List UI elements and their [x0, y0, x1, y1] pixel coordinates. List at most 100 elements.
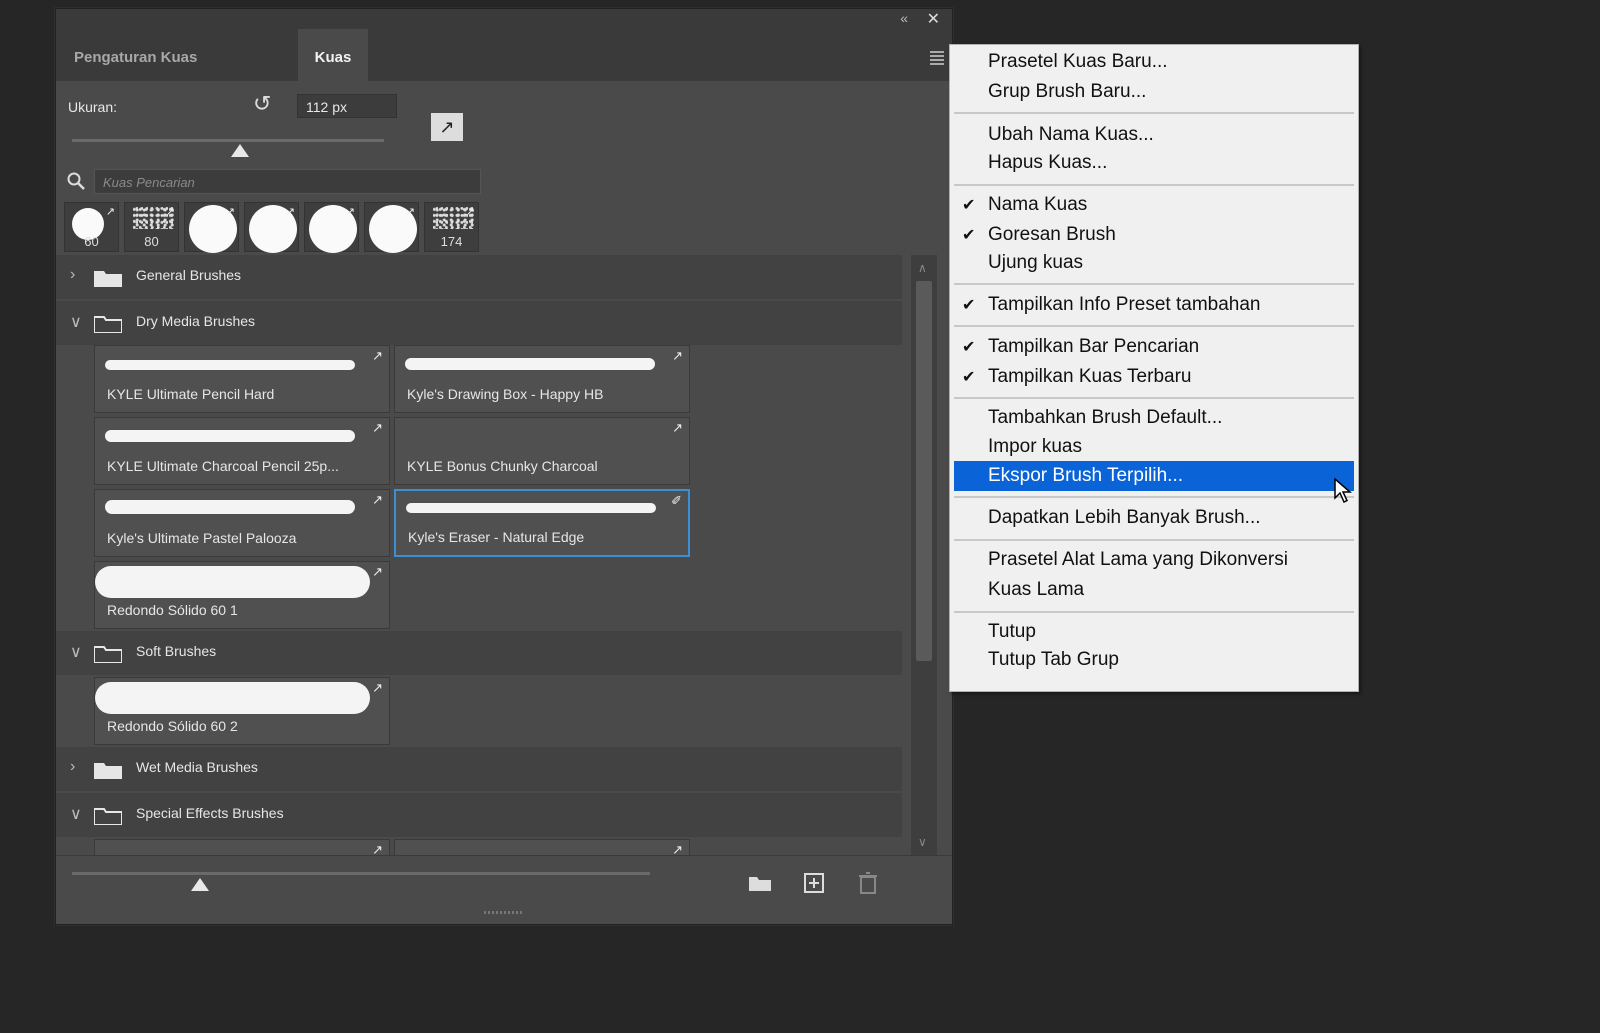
menu-item-show-preset-info[interactable]: ✔ Tampilkan Info Preset tambahan: [954, 290, 1354, 320]
menu-item-rename-brush[interactable]: Ubah Nama Kuas...: [954, 120, 1354, 150]
chevron-right-icon[interactable]: ›: [70, 266, 75, 284]
menu-item-label: Grup Brush Baru...: [988, 81, 1147, 102]
recent-brush[interactable]: ↗: [364, 202, 419, 253]
scrollbar-thumb[interactable]: [916, 281, 932, 661]
brush-pen-icon: ↗: [372, 420, 383, 435]
checkmark-icon: ✔: [962, 227, 976, 244]
preview-size-slider-thumb[interactable]: [191, 878, 209, 891]
new-brush-icon[interactable]: [800, 871, 828, 895]
recent-brush[interactable]: ↗ 174: [424, 202, 479, 252]
scroll-up-icon[interactable]: ∧: [918, 261, 927, 275]
collapse-icon[interactable]: «: [900, 10, 908, 26]
close-icon[interactable]: ✕: [927, 9, 940, 29]
recent-brush[interactable]: ↗ 60: [64, 202, 119, 252]
brush-name: Kyle's Ultimate Pastel Palooza: [107, 530, 297, 546]
menu-item-export-selected-brushes[interactable]: Ekspor Brush Terpilih...: [954, 461, 1354, 491]
brush-pen-icon: ↗: [405, 206, 415, 218]
scroll-down-icon[interactable]: ∨: [918, 835, 927, 849]
tab-brush-settings[interactable]: Pengaturan Kuas: [74, 29, 197, 81]
brush-tile[interactable]: ↗ Redondo Sólido 60 1: [94, 561, 390, 629]
group-name: Soft Brushes: [136, 643, 217, 659]
menu-item-label: Impor kuas: [988, 436, 1082, 457]
size-slider-thumb[interactable]: [231, 144, 249, 157]
panel-tabs: Pengaturan Kuas Kuas: [56, 29, 952, 81]
group-dry-media-brushes[interactable]: ∨ Dry Media Brushes: [56, 301, 902, 345]
brush-tile[interactable]: ↗ KYLE Ultimate Charcoal Pencil 25p...: [94, 417, 390, 485]
menu-item-legacy-brushes[interactable]: Kuas Lama: [954, 575, 1354, 605]
brush-name: Redondo Sólido 60 1: [107, 602, 238, 618]
menu-separator: [954, 539, 1354, 541]
brush-pen-icon: ↗: [372, 680, 383, 695]
menu-item-show-search-bar[interactable]: ✔ Tampilkan Bar Pencarian: [954, 332, 1354, 362]
menu-item-import-brushes[interactable]: Impor kuas: [954, 432, 1354, 462]
menu-separator: [954, 283, 1354, 285]
recent-brush[interactable]: ↗: [244, 202, 299, 253]
menu-item-label: Tampilkan Kuas Terbaru: [988, 366, 1192, 387]
menu-separator: [954, 611, 1354, 613]
menu-item-append-default-brushes[interactable]: Tambahkan Brush Default...: [954, 403, 1354, 433]
brush-name: Redondo Sólido 60 2: [107, 718, 238, 734]
brush-tile[interactable]: ↗ KYLE Bonus Chunky Charcoal: [394, 417, 690, 485]
menu-item-delete-brush[interactable]: Hapus Kuas...: [954, 148, 1354, 178]
chevron-down-icon[interactable]: ∨: [70, 804, 82, 824]
tab-brushes[interactable]: Kuas: [298, 29, 368, 81]
panel-menu-icon[interactable]: [930, 51, 944, 67]
brush-list: › General Brushes ∨ Dry Media Brushes ↗ …: [56, 255, 902, 855]
brush-name: KYLE Ultimate Pencil Hard: [107, 386, 275, 402]
menu-item-brush-tip[interactable]: Ujung kuas: [954, 248, 1354, 278]
brush-stroke-preview: [95, 566, 370, 598]
size-input[interactable]: 112 px: [297, 94, 397, 118]
size-slider-track[interactable]: [72, 139, 384, 142]
search-input[interactable]: Kuas Pencarian: [94, 169, 481, 194]
brush-stroke-preview: [95, 682, 370, 714]
brush-tile[interactable]: ↗: [394, 839, 690, 855]
group-general-brushes[interactable]: › General Brushes: [56, 255, 902, 299]
brush-pen-icon: ↗: [225, 206, 235, 218]
brush-tool-icon[interactable]: ↗: [431, 113, 463, 141]
brush-stroke-preview: [105, 430, 355, 442]
chevron-down-icon[interactable]: ∨: [70, 312, 82, 332]
brush-tile[interactable]: ↗ Kyle's Ultimate Pastel Palooza: [94, 489, 390, 557]
menu-item-new-brush-preset[interactable]: Prasetel Kuas Baru...: [954, 47, 1354, 77]
folder-icon: [94, 271, 122, 287]
brush-pen-icon: ↗: [165, 206, 175, 218]
menu-item-label: Kuas Lama: [988, 579, 1085, 600]
brush-tile[interactable]: ↗ KYLE Ultimate Pencil Hard: [94, 345, 390, 413]
brush-pen-icon: ↗: [372, 492, 383, 507]
delete-trash-icon[interactable]: [854, 871, 882, 895]
menu-separator: [954, 496, 1354, 498]
group-special-effects-brushes[interactable]: ∨ Special Effects Brushes: [56, 793, 902, 837]
recent-brush[interactable]: ↗: [304, 202, 359, 253]
brush-pen-icon: ↗: [465, 206, 475, 218]
brush-tile[interactable]: ↗ Kyle's Drawing Box - Happy HB: [394, 345, 690, 413]
group-name: General Brushes: [136, 267, 242, 283]
group-wet-media-brushes[interactable]: › Wet Media Brushes: [56, 747, 902, 791]
brush-tile[interactable]: ↗: [94, 839, 390, 855]
brush-name: KYLE Ultimate Charcoal Pencil 25p...: [107, 458, 339, 474]
menu-separator: [954, 325, 1354, 327]
chevron-down-icon[interactable]: ∨: [70, 642, 82, 662]
menu-item-label: Prasetel Alat Lama yang Dikonversi: [988, 549, 1288, 570]
reset-angle-icon[interactable]: ↺: [253, 91, 281, 119]
preview-size-slider-track[interactable]: [72, 872, 650, 875]
brush-tile[interactable]: ↗ Redondo Sólido 60 2: [94, 677, 390, 745]
folder-open-icon: [94, 808, 122, 825]
brush-name: Kyle's Eraser - Natural Edge: [408, 529, 585, 545]
menu-item-close-tab-group[interactable]: Tutup Tab Grup: [954, 645, 1354, 675]
group-soft-brushes[interactable]: ∨ Soft Brushes: [56, 631, 902, 675]
recent-brush[interactable]: ↗: [184, 202, 239, 253]
chevron-right-icon[interactable]: ›: [70, 758, 75, 776]
menu-item-converted-legacy-presets[interactable]: Prasetel Alat Lama yang Dikonversi: [954, 545, 1354, 575]
new-group-folder-icon[interactable]: [746, 871, 774, 895]
brush-tile-selected[interactable]: ✐ Kyle's Eraser - Natural Edge: [394, 489, 690, 557]
panel-topbar: « ✕: [56, 9, 952, 29]
menu-item-brush-stroke[interactable]: ✔ Goresan Brush: [954, 220, 1354, 250]
vertical-scrollbar[interactable]: ∧ ∨: [911, 255, 937, 855]
recent-brush[interactable]: ↗ 80: [124, 202, 179, 252]
resize-grip[interactable]: [484, 911, 524, 914]
menu-item-brush-name[interactable]: ✔ Nama Kuas: [954, 190, 1354, 220]
menu-item-close[interactable]: Tutup: [954, 617, 1354, 647]
menu-item-new-brush-group[interactable]: Grup Brush Baru...: [954, 77, 1354, 107]
menu-item-get-more-brushes[interactable]: Dapatkan Lebih Banyak Brush...: [954, 503, 1354, 533]
menu-item-show-recent-brushes[interactable]: ✔ Tampilkan Kuas Terbaru: [954, 362, 1354, 392]
